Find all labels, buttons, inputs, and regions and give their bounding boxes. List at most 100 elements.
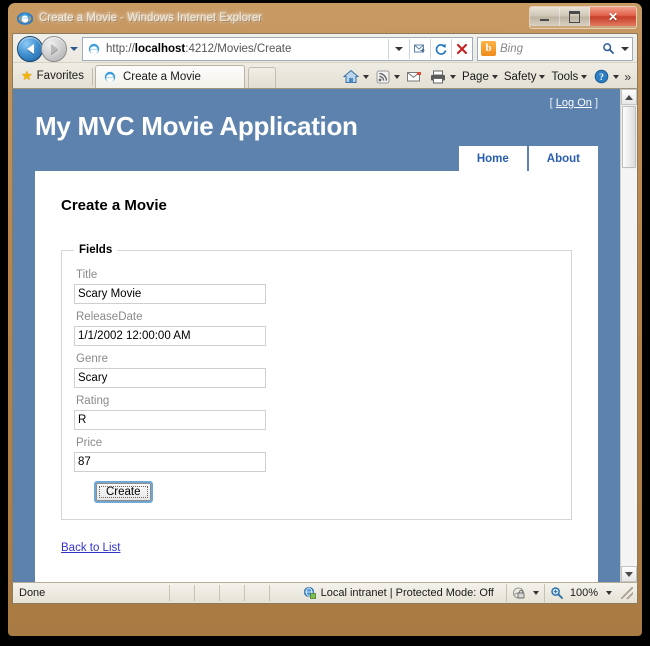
toolbar-divider — [92, 68, 93, 86]
compatibility-view-button[interactable] — [409, 39, 430, 59]
browser-chrome: http://localhost:4212/Movies/Create — [12, 33, 638, 88]
favorites-label: Favorites — [37, 70, 84, 82]
chevron-down-icon — [492, 75, 498, 79]
command-bar-overflow-button[interactable]: » — [624, 70, 631, 84]
tab-label: Create a Movie — [123, 71, 201, 83]
privacy-lock-icon — [512, 586, 526, 600]
search-box[interactable]: b Bing — [477, 37, 633, 61]
web-page: [ Log On ] My MVC Movie Application Home… — [13, 89, 620, 582]
zoom-level-label: 100% — [570, 587, 598, 599]
home-button[interactable] — [339, 67, 372, 87]
label-genre: Genre — [76, 353, 559, 365]
rss-icon — [376, 70, 390, 84]
compatibility-icon — [413, 42, 427, 56]
address-bar-url: http://localhost:4212/Movies/Create — [106, 43, 388, 55]
fieldset-legend: Fields — [74, 244, 117, 256]
site-header: [ Log On ] My MVC Movie Application Home… — [13, 89, 620, 171]
label-price: Price — [76, 437, 559, 449]
bing-logo-icon: b — [481, 41, 496, 56]
page-menu-button[interactable]: Page — [459, 67, 501, 87]
chevron-down-icon — [394, 75, 400, 79]
submit-row: Create — [96, 482, 559, 501]
recent-pages-button[interactable] — [67, 38, 81, 60]
label-title: Title — [76, 269, 559, 281]
print-button[interactable] — [426, 67, 459, 87]
main-content: Create a Movie Fields Title ReleaseDate … — [35, 171, 598, 582]
vertical-scrollbar[interactable] — [620, 89, 637, 582]
scrollbar-thumb[interactable] — [622, 106, 636, 168]
chevron-down-icon — [395, 47, 403, 51]
privacy-report-button[interactable] — [506, 584, 544, 602]
status-slot — [220, 585, 244, 601]
read-mail-button[interactable] — [403, 67, 426, 87]
browser-window: Create a Movie - Windows Internet Explor… — [8, 3, 642, 636]
label-rating: Rating — [76, 395, 559, 407]
chevron-down-icon — [450, 75, 456, 79]
title-bar: Create a Movie - Windows Internet Explor… — [8, 3, 642, 33]
chevron-down-icon — [625, 572, 633, 577]
window-controls: ✕ — [529, 6, 637, 29]
feeds-button[interactable] — [372, 67, 403, 87]
maximize-button[interactable] — [560, 7, 590, 26]
search-options-button[interactable] — [618, 39, 632, 59]
fields-fieldset: Fields Title ReleaseDate Genre Rating Pr… — [61, 244, 572, 520]
back-button[interactable] — [17, 36, 43, 62]
forward-button[interactable] — [41, 36, 67, 62]
input-releasedate[interactable] — [74, 326, 266, 346]
chevron-down-icon — [363, 75, 369, 79]
mail-icon — [407, 71, 422, 83]
chevron-down-icon — [539, 75, 545, 79]
resize-grip[interactable] — [621, 587, 633, 599]
close-icon: ✕ — [608, 11, 618, 23]
scroll-down-button[interactable] — [621, 566, 637, 582]
tab-favicon-icon — [102, 69, 123, 85]
help-menu-button[interactable]: ? — [590, 67, 622, 87]
input-title[interactable] — [74, 284, 266, 304]
security-zone-label: Local intranet | Protected Mode: Off — [321, 587, 494, 599]
logon-bracket-left: [ — [550, 97, 553, 109]
maximize-icon — [569, 11, 580, 23]
search-icon — [602, 42, 615, 55]
address-bar[interactable]: http://localhost:4212/Movies/Create — [82, 37, 473, 61]
favorites-button[interactable]: ★ Favorites — [17, 65, 92, 87]
new-tab-button[interactable] — [248, 67, 276, 88]
input-rating[interactable] — [74, 410, 266, 430]
scrollbar-track[interactable] — [621, 169, 637, 566]
chevron-down-icon — [533, 591, 539, 595]
help-icon: ? — [594, 69, 609, 84]
command-bar: Page Safety Tools ? — [339, 65, 633, 88]
minimize-icon — [540, 16, 549, 21]
nav-item-about[interactable]: About — [529, 146, 598, 173]
status-bar: Done Local intranet | Protected Mode: Of… — [12, 582, 638, 604]
zoom-control[interactable]: 100% — [544, 584, 617, 602]
refresh-icon — [434, 42, 448, 56]
stop-icon — [455, 42, 469, 56]
chevron-up-icon — [625, 95, 633, 100]
nav-item-home[interactable]: Home — [459, 146, 527, 173]
browser-tab[interactable]: Create a Movie — [95, 65, 245, 88]
back-to-list-link[interactable]: Back to List — [61, 542, 120, 554]
chevron-down-icon — [606, 591, 612, 595]
safety-menu-button[interactable]: Safety — [501, 67, 549, 87]
address-dropdown-button[interactable] — [388, 39, 409, 59]
chevron-down-icon — [581, 75, 587, 79]
site-title: My MVC Movie Application — [35, 111, 358, 142]
chevron-down-icon — [613, 75, 619, 79]
input-price[interactable] — [74, 452, 266, 472]
close-button[interactable]: ✕ — [590, 7, 636, 26]
logon-link[interactable]: Log On — [556, 97, 592, 109]
back-arrow-icon — [27, 44, 34, 54]
stop-button[interactable] — [451, 39, 472, 59]
tab-bar: ★ Favorites Create a Movie — [13, 62, 637, 88]
refresh-button[interactable] — [430, 39, 451, 59]
tools-menu-label: Tools — [551, 71, 578, 83]
logon-bracket-right: ] — [595, 97, 598, 109]
scroll-up-button[interactable] — [621, 89, 637, 105]
input-genre[interactable] — [74, 368, 266, 388]
status-slot — [195, 585, 219, 601]
search-button[interactable] — [598, 39, 618, 59]
create-button[interactable]: Create — [96, 483, 151, 501]
minimize-button[interactable] — [530, 7, 560, 26]
tools-menu-button[interactable]: Tools — [548, 67, 590, 87]
security-zone-area[interactable]: Local intranet | Protected Mode: Off — [303, 584, 637, 602]
